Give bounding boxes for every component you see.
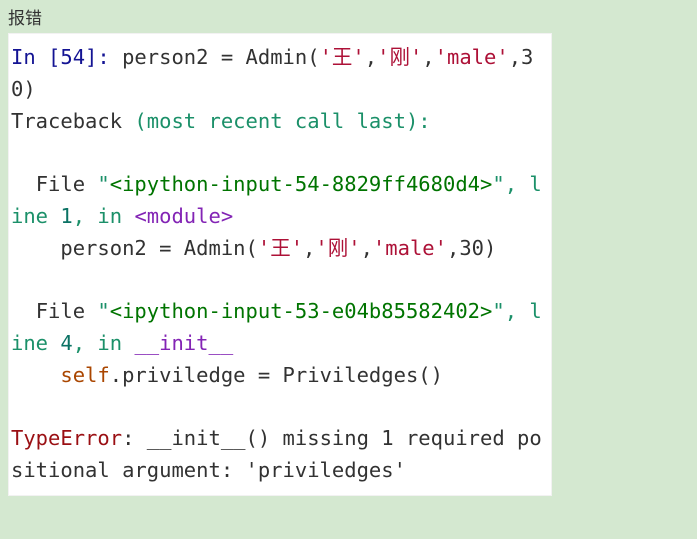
- ipython-input-ref: <ipython-input-54-8829ff4680d4>: [110, 172, 493, 196]
- line-number: 1: [60, 204, 72, 228]
- code-text: person2 = Admin(: [60, 236, 257, 260]
- file-label: File: [11, 299, 97, 323]
- code-text: person2 = Admin(: [122, 45, 319, 69]
- file-label: File: [11, 172, 97, 196]
- ipython-input-ref: <ipython-input-53-e04b85582402>: [110, 299, 493, 323]
- traceback-word: Traceback: [11, 109, 122, 133]
- section-title: 报错: [8, 4, 689, 29]
- string-literal: '刚': [377, 45, 422, 69]
- init-ref: __init__: [134, 331, 233, 355]
- in-word: , in: [73, 204, 135, 228]
- string-literal: '刚': [315, 236, 360, 260]
- code-text: .priviledge = Priviledges(): [110, 363, 443, 387]
- string-literal: '王': [320, 45, 365, 69]
- in-prompt: In [54]:: [11, 45, 122, 69]
- quote: ": [97, 299, 109, 323]
- module-ref: <module>: [134, 204, 233, 228]
- in-word: , in: [73, 331, 135, 355]
- comma: ,: [422, 45, 434, 69]
- comma: ,: [303, 236, 315, 260]
- comma: ,: [361, 236, 373, 260]
- code-text: ,30): [447, 236, 496, 260]
- string-literal: '王': [258, 236, 303, 260]
- indent: [11, 363, 60, 387]
- string-literal: 'male': [435, 45, 509, 69]
- traceback-paren: (most recent call last):: [122, 109, 431, 133]
- quote: ": [97, 172, 109, 196]
- line-number: 4: [60, 331, 72, 355]
- self-keyword: self: [60, 363, 109, 387]
- traceback-output: In [54]: person2 = Admin('王','刚','male',…: [8, 33, 552, 496]
- comma: ,: [365, 45, 377, 69]
- string-literal: 'male': [373, 236, 447, 260]
- indent: [11, 236, 60, 260]
- error-type: TypeError: [11, 426, 122, 450]
